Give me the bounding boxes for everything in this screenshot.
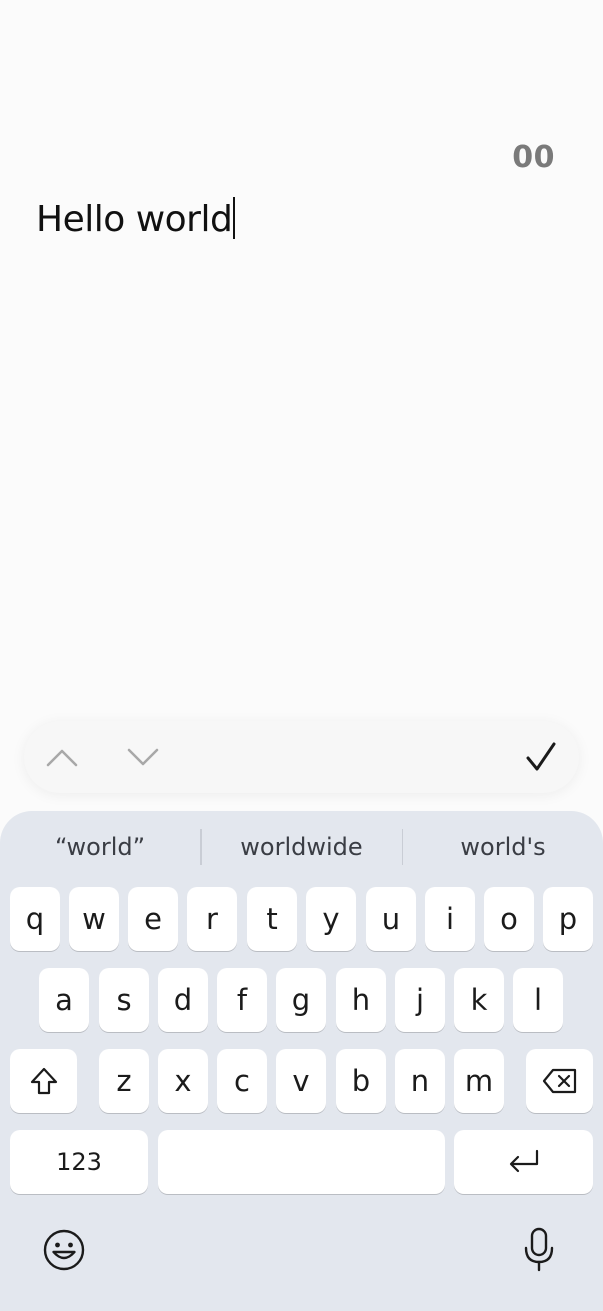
chevron-down-icon [127, 748, 159, 766]
key-g[interactable]: g [276, 968, 326, 1032]
key-c[interactable]: c [217, 1049, 267, 1113]
key-i[interactable]: i [425, 887, 475, 951]
microphone-icon [524, 1227, 554, 1272]
microphone-button[interactable] [514, 1225, 564, 1275]
key-e[interactable]: e [128, 887, 178, 951]
numbers-key[interactable]: 123 [10, 1130, 148, 1194]
chevron-up-icon [46, 749, 78, 767]
key-b[interactable]: b [336, 1049, 386, 1113]
emoji-button[interactable] [39, 1225, 89, 1275]
suggestion-item[interactable]: worldwide [202, 833, 402, 861]
backspace-icon [542, 1068, 576, 1094]
suggestion-item[interactable]: world's [403, 833, 603, 861]
key-z[interactable]: z [99, 1049, 149, 1113]
find-toolbar [24, 721, 579, 793]
character-count: 00 [512, 140, 555, 175]
key-n[interactable]: n [395, 1049, 445, 1113]
key-r[interactable]: r [187, 887, 237, 951]
confirm-button[interactable] [521, 737, 561, 777]
key-v[interactable]: v [276, 1049, 326, 1113]
soft-keyboard: “world” worldwide world's q w e r t y u … [0, 811, 603, 1311]
shift-icon [30, 1067, 57, 1095]
backspace-key[interactable] [526, 1049, 593, 1113]
enter-key[interactable] [454, 1130, 593, 1194]
key-l[interactable]: l [513, 968, 563, 1032]
key-o[interactable]: o [484, 887, 534, 951]
key-x[interactable]: x [158, 1049, 208, 1113]
key-f[interactable]: f [217, 968, 267, 1032]
next-match-button[interactable] [123, 739, 163, 775]
emoji-icon [43, 1229, 85, 1271]
key-p[interactable]: p [543, 887, 593, 951]
key-j[interactable]: j [395, 968, 445, 1032]
return-icon [509, 1149, 538, 1173]
previous-match-button[interactable] [42, 739, 82, 775]
key-w[interactable]: w [69, 887, 119, 951]
suggestion-item[interactable]: “world” [0, 833, 200, 861]
editor-text: Hello world [36, 199, 233, 240]
key-a[interactable]: a [39, 968, 89, 1032]
key-m[interactable]: m [454, 1049, 504, 1113]
key-y[interactable]: y [306, 887, 356, 951]
space-key[interactable] [158, 1130, 445, 1194]
suggestion-strip: “world” worldwide world's [0, 811, 603, 883]
shift-key[interactable] [10, 1049, 77, 1113]
text-caret [233, 197, 236, 239]
text-editor[interactable]: Hello world [36, 196, 567, 244]
key-t[interactable]: t [247, 887, 297, 951]
key-s[interactable]: s [99, 968, 149, 1032]
key-h[interactable]: h [336, 968, 386, 1032]
checkmark-icon [526, 742, 556, 771]
key-k[interactable]: k [454, 968, 504, 1032]
key-u[interactable]: u [366, 887, 416, 951]
key-q[interactable]: q [10, 887, 60, 951]
key-d[interactable]: d [158, 968, 208, 1032]
